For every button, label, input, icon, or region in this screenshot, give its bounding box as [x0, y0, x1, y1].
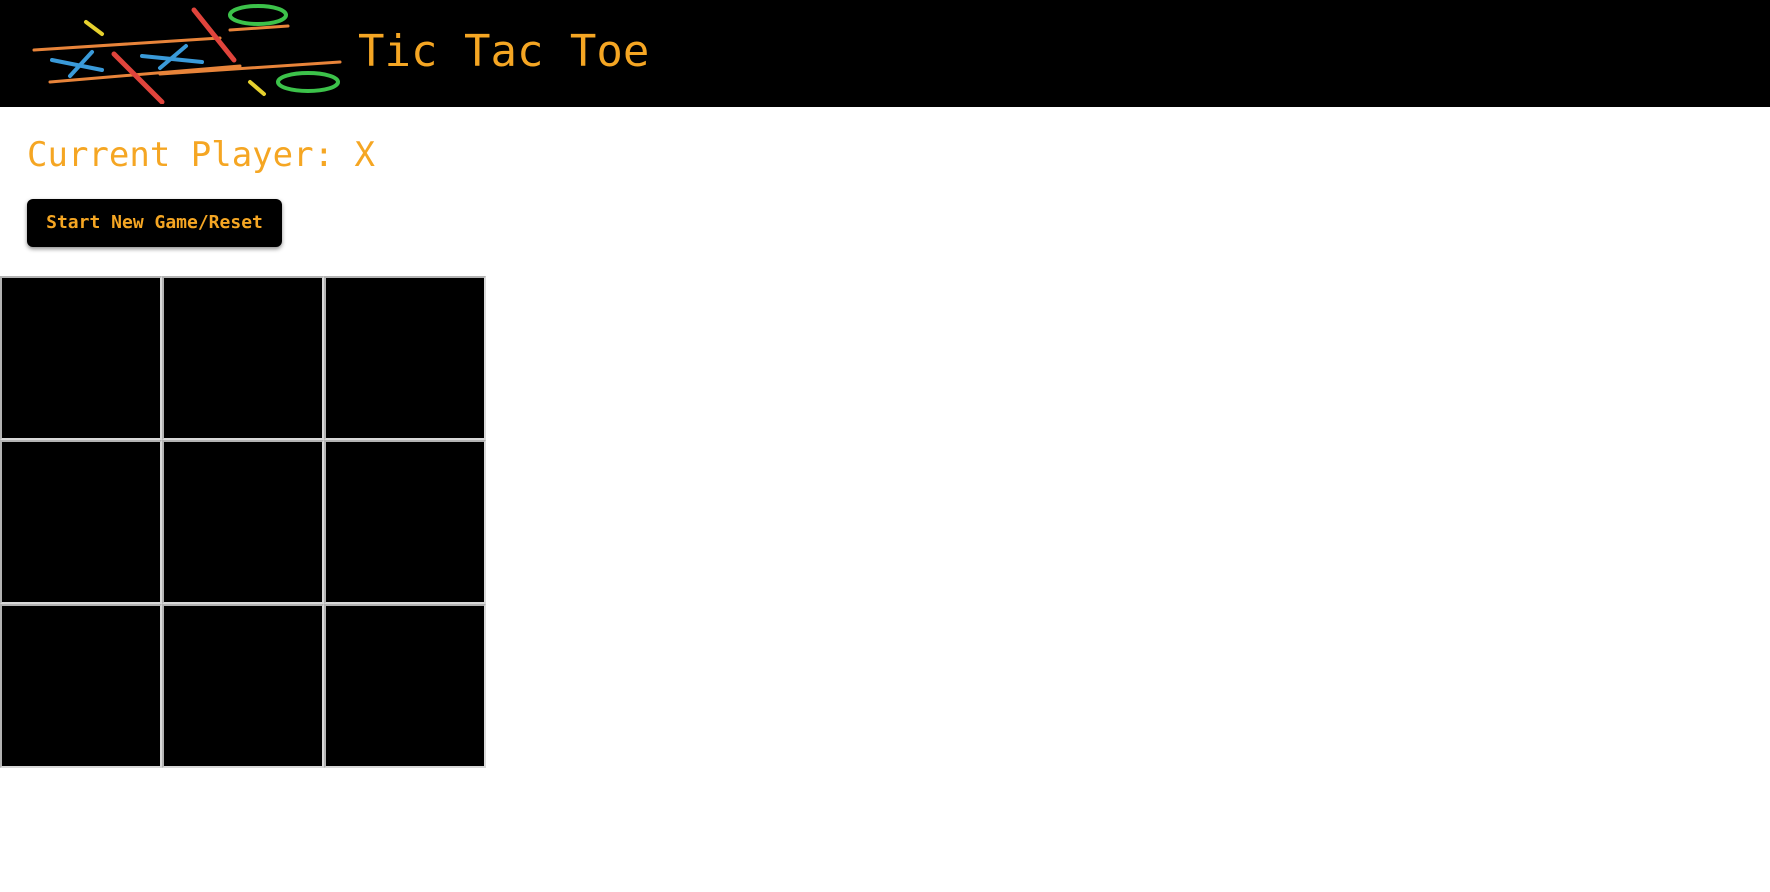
app-header: Tic Tac Toe: [0, 0, 1770, 107]
app-title: Tic Tac Toe: [358, 26, 650, 77]
board-cell-1[interactable]: [0, 276, 162, 440]
board-cell-5[interactable]: [162, 440, 324, 604]
board-cell-3[interactable]: [324, 276, 486, 440]
start-new-game-reset-button[interactable]: Start New Game/Reset: [27, 199, 282, 247]
board-cell-4[interactable]: [0, 440, 162, 604]
board-cell-7[interactable]: [0, 604, 162, 768]
board-cell-2[interactable]: [162, 276, 324, 440]
tic-tac-toe-logo-icon: [32, 4, 342, 104]
board-cell-8[interactable]: [162, 604, 324, 768]
board-cell-9[interactable]: [324, 604, 486, 768]
current-player-status: Current Player: X: [27, 135, 375, 175]
game-board: [0, 276, 486, 769]
board-cell-6[interactable]: [324, 440, 486, 604]
